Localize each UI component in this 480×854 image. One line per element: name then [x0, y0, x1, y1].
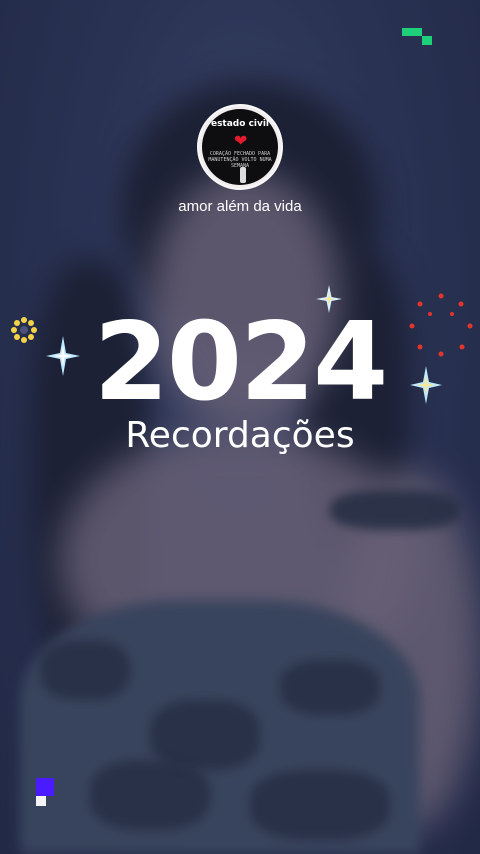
- green-pixel-icon: [402, 28, 432, 48]
- avatar-caption: estado civil: [210, 119, 270, 129]
- story-screen[interactable]: estado civil ❤ CORAÇÃO FECHADO PARA MANU…: [0, 0, 480, 854]
- heart-icon: ❤: [234, 131, 248, 150]
- banner-year: 2024: [93, 300, 389, 425]
- banner-subtitle: Recordações: [125, 415, 355, 456]
- purple-pixel-icon: [36, 778, 58, 808]
- profile-username[interactable]: amor além da vida: [0, 198, 480, 215]
- bottle-icon: [240, 167, 246, 183]
- profile-avatar[interactable]: estado civil ❤ CORAÇÃO FECHADO PARA MANU…: [197, 104, 283, 190]
